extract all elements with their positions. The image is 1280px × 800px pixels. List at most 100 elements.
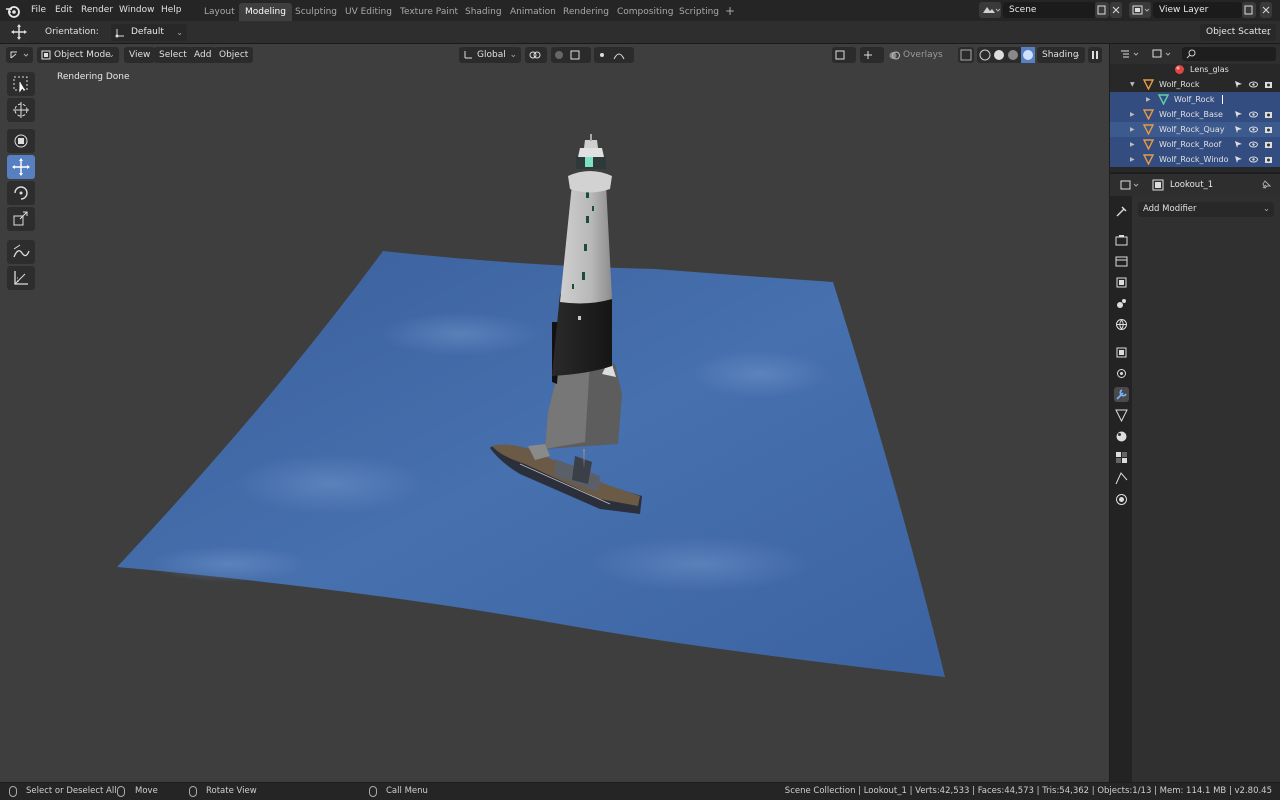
- add-workspace-button[interactable]: +: [723, 3, 737, 19]
- annotate-tool[interactable]: [7, 240, 35, 264]
- eye-icon[interactable]: [1249, 80, 1258, 89]
- menu-view[interactable]: View: [124, 47, 156, 63]
- camera-icon[interactable]: [1264, 125, 1273, 134]
- particles-tab-icon[interactable]: [1114, 408, 1129, 423]
- render-tab-icon[interactable]: [1114, 233, 1129, 248]
- add-modifier-dropdown[interactable]: Add Modifier ⌄: [1138, 202, 1274, 217]
- measure-tool[interactable]: [7, 266, 35, 290]
- tab-shading[interactable]: Shading: [459, 3, 508, 21]
- object-type-visibility-button[interactable]: [832, 47, 856, 63]
- select-arrow-icon[interactable]: [1234, 80, 1243, 89]
- output-tab-icon[interactable]: [1114, 254, 1129, 269]
- tab-layout[interactable]: Layout: [198, 3, 241, 21]
- new-scene-button[interactable]: [1095, 2, 1109, 18]
- camera-icon[interactable]: [1264, 110, 1273, 119]
- rotate-tool[interactable]: [7, 181, 35, 205]
- menu-select[interactable]: Select: [154, 47, 192, 63]
- transform-orientation-dropdown[interactable]: Global ⌄: [459, 47, 521, 63]
- select-box-tool[interactable]: [7, 72, 35, 96]
- expand-arrow-icon[interactable]: ▶: [1130, 152, 1135, 167]
- move-tool[interactable]: [7, 155, 35, 179]
- eye-icon[interactable]: [1249, 110, 1258, 119]
- expand-arrow-icon[interactable]: ▶: [1146, 92, 1151, 107]
- material-tab-icon[interactable]: [1114, 492, 1129, 507]
- object-scatter-dropdown[interactable]: Object Scatter ⌄: [1200, 24, 1276, 41]
- scene-browse-button[interactable]: [979, 2, 1001, 18]
- delete-scene-button[interactable]: [1110, 2, 1122, 18]
- menu-object[interactable]: Object: [214, 47, 254, 63]
- eye-icon[interactable]: [1249, 125, 1258, 134]
- outliner-row-wolf-rock-windo[interactable]: ▶ Wolf_Rock_Windo: [1110, 152, 1280, 167]
- tab-modeling[interactable]: Modeling: [239, 3, 292, 21]
- select-arrow-icon[interactable]: [1234, 140, 1243, 149]
- tab-rendering[interactable]: Rendering: [557, 3, 615, 21]
- menu-edit[interactable]: Edit: [51, 0, 76, 21]
- shading-mode-buttons[interactable]: [977, 47, 1035, 63]
- camera-icon[interactable]: [1264, 80, 1273, 89]
- constraints-tab-icon[interactable]: [1114, 366, 1129, 381]
- menu-help[interactable]: Help: [157, 0, 186, 21]
- select-arrow-icon[interactable]: [1234, 110, 1243, 119]
- eye-icon[interactable]: [1249, 140, 1258, 149]
- menu-file[interactable]: File: [27, 0, 50, 21]
- outliner-search-input[interactable]: [1182, 47, 1276, 61]
- delete-view-layer-button[interactable]: [1260, 2, 1272, 18]
- camera-icon[interactable]: [1264, 140, 1273, 149]
- gizmo-button[interactable]: [860, 47, 884, 63]
- outliner-row-wolf-rock-mesh[interactable]: ▶ Wolf_Rock: [1110, 92, 1280, 107]
- outliner-row-wolf-rock-roof[interactable]: ▶ Wolf_Rock_Roof: [1110, 137, 1280, 152]
- tab-sculpting[interactable]: Sculpting: [289, 3, 343, 21]
- shading-dropdown[interactable]: Shading ⌄: [1037, 47, 1085, 63]
- view-layer-tab-icon[interactable]: [1114, 275, 1129, 290]
- view-layer-name-field[interactable]: View Layer: [1153, 2, 1242, 18]
- expand-arrow-icon[interactable]: ▶: [1130, 107, 1135, 122]
- tab-animation[interactable]: Animation: [504, 3, 562, 21]
- object-tab-icon[interactable]: [1114, 345, 1129, 360]
- physics-tab-icon[interactable]: [1114, 429, 1129, 444]
- outliner-editor-icon[interactable]: [1118, 47, 1144, 61]
- scale-tool[interactable]: [7, 207, 35, 231]
- object-mode-dropdown[interactable]: Object Mode ⌄: [37, 47, 119, 63]
- tab-uv-editing[interactable]: UV Editing: [339, 3, 398, 21]
- eye-icon[interactable]: [1249, 155, 1258, 164]
- blender-logo-icon[interactable]: [5, 3, 21, 19]
- tab-texture-paint[interactable]: Texture Paint: [394, 3, 464, 21]
- select-arrow-icon[interactable]: [1234, 155, 1243, 164]
- collapse-arrow-icon[interactable]: ▼: [1130, 77, 1135, 92]
- select-arrow-icon[interactable]: [1234, 125, 1243, 134]
- scene-tab-icon[interactable]: [1114, 296, 1129, 311]
- expand-arrow-icon[interactable]: ▶: [1130, 137, 1135, 152]
- xray-toggle[interactable]: [958, 47, 974, 63]
- cursor-tool[interactable]: [7, 98, 35, 122]
- menu-window[interactable]: Window: [115, 0, 159, 21]
- object-data-tab-icon[interactable]: [1114, 471, 1129, 486]
- outliner-row-lens-glas[interactable]: Lens_glas: [1110, 62, 1280, 77]
- world-tab-icon[interactable]: [1114, 317, 1129, 332]
- outliner-row-wolf-rock[interactable]: ▼ Wolf_Rock: [1110, 77, 1280, 92]
- overlays-button[interactable]: Overlays: [887, 47, 948, 63]
- editor-type-button[interactable]: [6, 47, 33, 63]
- pin-icon[interactable]: [1260, 179, 1272, 191]
- snapping-button[interactable]: [551, 47, 591, 63]
- view-layer-browse-button[interactable]: [1129, 2, 1151, 18]
- menu-add[interactable]: Add: [189, 47, 217, 63]
- camera-icon[interactable]: [1264, 155, 1273, 164]
- properties-editor-icon[interactable]: [1118, 178, 1144, 192]
- pause-render-button[interactable]: [1088, 47, 1102, 63]
- expand-arrow-icon[interactable]: ▶: [1130, 122, 1135, 137]
- tab-scripting[interactable]: Scripting: [673, 3, 725, 21]
- texture-tab-icon[interactable]: [1114, 450, 1129, 465]
- new-view-layer-button[interactable]: [1242, 2, 1256, 18]
- tab-compositing[interactable]: Compositing: [611, 3, 679, 21]
- outliner-row-wolf-rock-quay[interactable]: ▶ Wolf_Rock_Quay: [1110, 122, 1280, 137]
- proportional-editing-button[interactable]: [594, 47, 634, 63]
- modifier-wrench-icon[interactable]: [1114, 387, 1129, 402]
- outliner-row-wolf-rock-base[interactable]: ▶ Wolf_Rock_Base: [1110, 107, 1280, 122]
- menu-render[interactable]: Render: [77, 0, 117, 21]
- orientation-dropdown[interactable]: Default ⌄: [111, 24, 187, 41]
- pivot-point-button[interactable]: [525, 47, 547, 63]
- tool-tab-icon[interactable]: [1114, 204, 1129, 219]
- move-tool-icon[interactable]: [9, 23, 29, 41]
- transform-tool[interactable]: [7, 129, 35, 153]
- 3d-viewport[interactable]: Object Mode ⌄ View Select Add Object Glo…: [0, 44, 1109, 782]
